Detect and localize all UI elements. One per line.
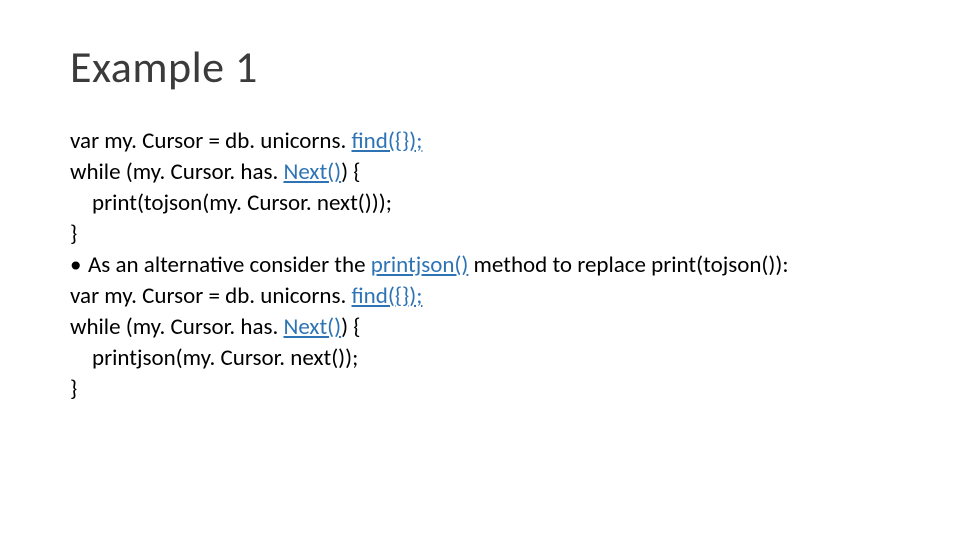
- bullet-line: As an alternative consider the printjson…: [70, 250, 890, 281]
- link-find-2[interactable]: find({});: [352, 282, 423, 310]
- link-find[interactable]: find({});: [352, 127, 423, 155]
- slide: Example 1 var my. Cursor = db. unicorns.…: [0, 0, 960, 540]
- code-line-1: var my. Cursor = db. unicorns. find({});: [70, 126, 890, 157]
- link-printjson[interactable]: printjson(): [371, 251, 469, 279]
- code-line-9: }: [70, 374, 890, 405]
- text-segment: ) {: [341, 313, 360, 341]
- text-segment: var my. Cursor = db. unicorns.: [70, 127, 352, 155]
- text-segment: As an alternative consider the: [88, 251, 371, 279]
- text-segment: var my. Cursor = db. unicorns.: [70, 282, 352, 310]
- code-line-2: while (my. Cursor. has. Next()) {: [70, 157, 890, 188]
- code-line-7: while (my. Cursor. has. Next()) {: [70, 312, 890, 343]
- text-segment: while (my. Cursor. has.: [70, 313, 283, 341]
- code-line-8: printjson(my. Cursor. next());: [70, 343, 890, 374]
- text-segment: ) {: [341, 158, 360, 186]
- text-segment: while (my. Cursor. has.: [70, 158, 283, 186]
- code-line-4: }: [70, 219, 890, 250]
- code-line-6: var my. Cursor = db. unicorns. find({});: [70, 281, 890, 312]
- link-next[interactable]: Next(): [283, 158, 341, 186]
- code-line-3: print(tojson(my. Cursor. next()));: [70, 188, 890, 219]
- text-segment: method to replace print(tojson()):: [468, 251, 788, 279]
- slide-title: Example 1: [70, 40, 890, 94]
- link-next-2[interactable]: Next(): [283, 313, 341, 341]
- slide-body: var my. Cursor = db. unicorns. find({});…: [70, 126, 890, 405]
